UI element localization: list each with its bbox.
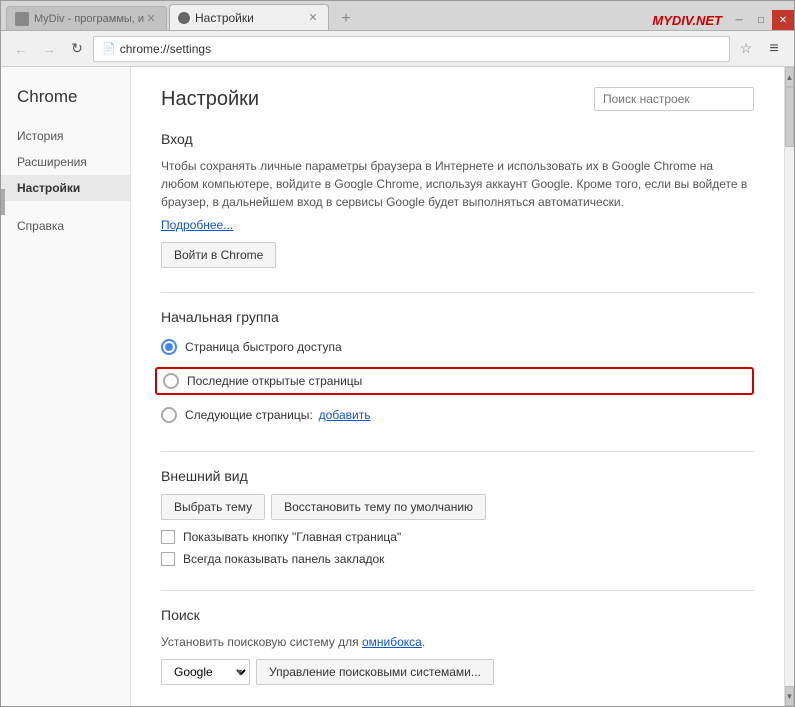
login-description: Чтобы сохранять личные параметры браузер…: [161, 157, 754, 211]
search-engine-select[interactable]: Google: [161, 659, 250, 685]
sidebar-item-settings[interactable]: Настройки: [1, 175, 130, 201]
radio-circle-2: [163, 373, 179, 389]
startup-radio-group: Страница быстрого доступа Последние откр…: [161, 335, 754, 427]
sidebar: Chrome История Расширения Настройки Спра…: [1, 67, 131, 706]
page-icon: 📄: [102, 42, 116, 55]
search-section: Поиск Установить поисковую систему для о…: [161, 607, 754, 685]
new-tab-button[interactable]: +: [333, 8, 359, 30]
tab-inactive-label: MyDiv - программы, игр...: [34, 13, 144, 25]
settings-content: Настройки Вход Чтобы сохранять личные па…: [131, 67, 784, 706]
tab-inactive-close[interactable]: ✕: [144, 12, 158, 26]
show-home-checkbox[interactable]: Показывать кнопку "Главная страница": [161, 530, 754, 544]
browser-window: MyDiv - программы, игр... ✕ Настройки ✕ …: [0, 0, 795, 707]
sidebar-item-help[interactable]: Справка: [1, 213, 130, 239]
login-more-link[interactable]: Подробнее...: [161, 218, 233, 232]
startup-label-2: Последние открытые страницы: [187, 374, 362, 388]
tab-inactive[interactable]: MyDiv - программы, игр... ✕: [6, 6, 167, 30]
tab-active-label: Настройки: [195, 11, 254, 25]
radio-circle-3: [161, 407, 177, 423]
back-button[interactable]: ←: [9, 37, 33, 61]
choose-theme-button[interactable]: Выбрать тему: [161, 494, 265, 520]
tab-inactive-icon: [15, 12, 29, 26]
show-bookmarks-label: Всегда показывать панель закладок: [183, 552, 384, 566]
scrollbar-down[interactable]: ▼: [785, 686, 794, 706]
startup-option-3[interactable]: Следующие страницы: добавить: [161, 403, 754, 427]
startup-section-title: Начальная группа: [161, 309, 754, 325]
restore-theme-button[interactable]: Восстановить тему по умолчанию: [271, 494, 486, 520]
login-section-title: Вход: [161, 131, 754, 147]
startup-add-link[interactable]: добавить: [319, 408, 371, 422]
startup-option-2[interactable]: Последние открытые страницы: [155, 367, 754, 395]
forward-button[interactable]: →: [37, 37, 61, 61]
maximize-button[interactable]: □: [750, 10, 772, 30]
login-section: Вход Чтобы сохранять личные параметры бр…: [161, 131, 754, 268]
tab-active[interactable]: Настройки ✕: [169, 4, 329, 30]
sidebar-brand: Chrome: [1, 87, 130, 123]
main-area: Chrome История Расширения Настройки Спра…: [1, 67, 794, 706]
startup-option-1[interactable]: Страница быстрого доступа: [161, 335, 754, 359]
startup-label-1: Страница быстрого доступа: [185, 340, 342, 354]
scrollbar[interactable]: ▲ ▼: [784, 67, 794, 706]
divider-1: [161, 292, 754, 293]
address-text: chrome://settings: [120, 42, 211, 56]
active-indicator: [1, 189, 5, 215]
checkbox-bookmarks-icon: [161, 552, 175, 566]
divider-3: [161, 590, 754, 591]
scrollbar-up[interactable]: ▲: [785, 67, 794, 87]
address-bar[interactable]: 📄 chrome://settings: [93, 36, 730, 62]
startup-label-3: Следующие страницы:: [185, 408, 313, 422]
omnibox-link[interactable]: омнибокса: [362, 635, 422, 649]
scrollbar-track[interactable]: [785, 87, 794, 686]
minimize-button[interactable]: ─: [728, 10, 750, 30]
search-engine-select-wrapper: Google: [161, 659, 250, 685]
startup-section: Начальная группа Страница быстрого досту…: [161, 309, 754, 427]
show-home-label: Показывать кнопку "Главная страница": [183, 530, 401, 544]
mydiv-logo: MYDIV.NET: [652, 13, 722, 28]
divider-2: [161, 451, 754, 452]
checkbox-home-icon: [161, 530, 175, 544]
manage-search-engines-button[interactable]: Управление поисковыми системами...: [256, 659, 494, 685]
radio-circle-1: [161, 339, 177, 355]
show-bookmarks-checkbox[interactable]: Всегда показывать панель закладок: [161, 552, 754, 566]
settings-search-input[interactable]: [594, 87, 754, 111]
page-title: Настройки: [161, 88, 259, 111]
bookmark-button[interactable]: ☆: [734, 37, 758, 61]
menu-button[interactable]: ≡: [762, 37, 786, 61]
search-description: Установить поисковую систему для омнибок…: [161, 633, 754, 651]
navbar: ← → ↻ 📄 chrome://settings ☆ ≡: [1, 31, 794, 67]
tab-active-icon: [178, 12, 190, 24]
appearance-section-title: Внешний вид: [161, 468, 754, 484]
titlebar: MyDiv - программы, игр... ✕ Настройки ✕ …: [1, 1, 794, 31]
content-header: Настройки: [161, 87, 754, 111]
search-section-title: Поиск: [161, 607, 754, 623]
sidebar-item-history[interactable]: История: [1, 123, 130, 149]
signin-button[interactable]: Войти в Chrome: [161, 242, 276, 268]
search-engine-row: Google Управление поисковыми системами..…: [161, 659, 754, 685]
appearance-section: Внешний вид Выбрать тему Восстановить те…: [161, 468, 754, 566]
tab-active-close[interactable]: ✕: [306, 11, 320, 25]
sidebar-item-extensions[interactable]: Расширения: [1, 149, 130, 175]
scrollbar-thumb[interactable]: [785, 87, 794, 147]
refresh-button[interactable]: ↻: [65, 37, 89, 61]
close-button[interactable]: ✕: [772, 10, 794, 30]
